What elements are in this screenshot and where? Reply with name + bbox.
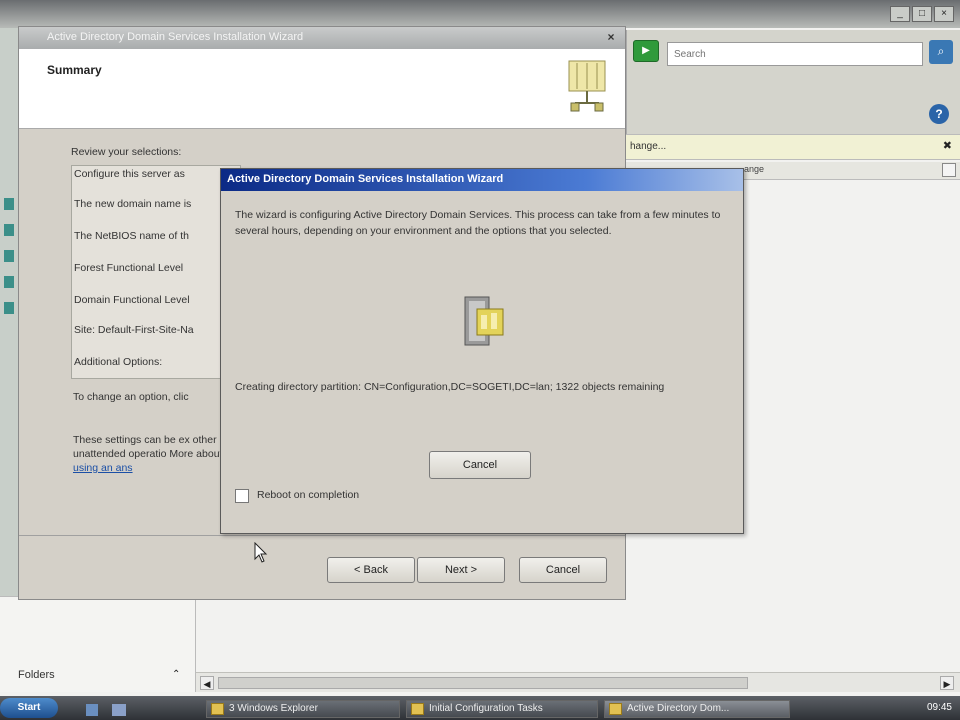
answer-file-link[interactable]: using an ans (73, 462, 133, 474)
info-bar-text: hange... (630, 141, 667, 152)
mouse-cursor-icon (254, 542, 268, 563)
nav-item-icon[interactable] (4, 302, 14, 314)
window-title: Active Directory Domain Services Install… (47, 31, 304, 43)
cancel-button[interactable]: Cancel (519, 557, 607, 583)
close-icon[interactable]: ✖ (943, 139, 952, 152)
settings-note: These settings can be ex other unattende… (73, 433, 243, 475)
divider (19, 535, 625, 536)
back-button[interactable]: < Back (327, 557, 415, 583)
info-bar[interactable]: hange... ✖ (626, 134, 960, 160)
nav-item-icon[interactable] (4, 198, 14, 210)
nav-item-icon[interactable] (4, 224, 14, 236)
list-item: Forest Functional Level (74, 262, 184, 274)
progress-dialog: Active Directory Domain Services Install… (220, 168, 744, 534)
folder-icon (211, 703, 224, 715)
list-item: Additional Options: (74, 356, 163, 368)
navigation-edge (0, 28, 20, 668)
taskbar-item-ad-wizard[interactable]: Active Directory Dom... (604, 700, 790, 718)
go-button[interactable]: ▶ (633, 40, 659, 62)
scroll-right-icon[interactable]: ▶ (940, 676, 954, 690)
search-icon[interactable]: ⌕ (929, 40, 953, 64)
nav-item-icon[interactable] (4, 276, 14, 288)
chevron-up-icon[interactable]: ⌃ (172, 669, 180, 680)
help-icon[interactable]: ? (929, 104, 949, 124)
reboot-checkbox-label[interactable]: Reboot on completion (257, 489, 359, 501)
progress-status: Creating directory partition: CN=Configu… (235, 381, 665, 393)
scroll-left-icon[interactable]: ◀ (200, 676, 214, 690)
taskbar-item-label: Active Directory Dom... (627, 703, 730, 714)
list-item: The NetBIOS name of th (74, 230, 189, 242)
column-header-text: ange (744, 164, 765, 174)
taskbar-item-label: 3 Windows Explorer (229, 703, 318, 714)
horizontal-scrollbar[interactable]: ◀ ▶ (196, 672, 960, 692)
minimize-icon[interactable]: _ (890, 6, 910, 22)
list-item: Site: Default-First-Site-Na (74, 324, 194, 336)
wizard-icon (609, 703, 622, 715)
nav-item-icon[interactable] (4, 250, 14, 262)
directory-tree-icon (568, 60, 606, 112)
progress-description: The wizard is configuring Active Directo… (235, 209, 721, 237)
dialog-title: Active Directory Domain Services Install… (227, 173, 504, 185)
folders-label[interactable]: Folders (18, 669, 55, 681)
quick-launch-icon[interactable] (112, 704, 126, 716)
taskbar: Start 3 Windows Explorer Initial Configu… (0, 696, 960, 720)
selections-list[interactable]: Configure this server as The new domain … (71, 165, 241, 379)
wizard-header: Summary (19, 49, 625, 129)
scroll-thumb[interactable] (218, 677, 748, 689)
maximize-icon[interactable]: □ (912, 6, 932, 22)
taskbar-item-label: Initial Configuration Tasks (429, 703, 543, 714)
folders-pane: Folders ⌃ (0, 596, 196, 692)
tasks-icon (411, 703, 424, 715)
top-title-strip: _ □ × (0, 0, 960, 28)
taskbar-item-windows-explorer[interactable]: 3 Windows Explorer (206, 700, 400, 718)
page-title: Summary (47, 63, 102, 77)
list-item: Configure this server as (74, 168, 185, 180)
list-item: The new domain name is (74, 198, 192, 210)
change-hint: To change an option, clic (73, 391, 189, 403)
window-controls: _ □ × (890, 6, 954, 22)
progress-animation-icon (464, 296, 504, 346)
close-icon[interactable]: × (601, 28, 621, 46)
list-item: Domain Functional Level (74, 294, 190, 306)
review-label: Review your selections: (71, 146, 182, 158)
column-menu-button[interactable] (942, 163, 956, 177)
quick-launch-icon[interactable] (86, 704, 98, 716)
start-button[interactable]: Start (0, 698, 58, 718)
reboot-checkbox[interactable] (235, 489, 249, 503)
summary-wizard-titlebar[interactable]: Active Directory Domain Services Install… (19, 27, 625, 49)
clock[interactable]: 09:45 (927, 702, 952, 713)
taskbar-item-initial-configuration[interactable]: Initial Configuration Tasks (406, 700, 598, 718)
cancel-button[interactable]: Cancel (429, 451, 531, 479)
close-icon[interactable]: × (934, 6, 954, 22)
next-button[interactable]: Next > (417, 557, 505, 583)
progress-dialog-titlebar[interactable]: Active Directory Domain Services Install… (221, 169, 743, 191)
settings-note-text: These settings can be ex other unattende… (73, 434, 223, 460)
search-input[interactable] (667, 42, 923, 66)
